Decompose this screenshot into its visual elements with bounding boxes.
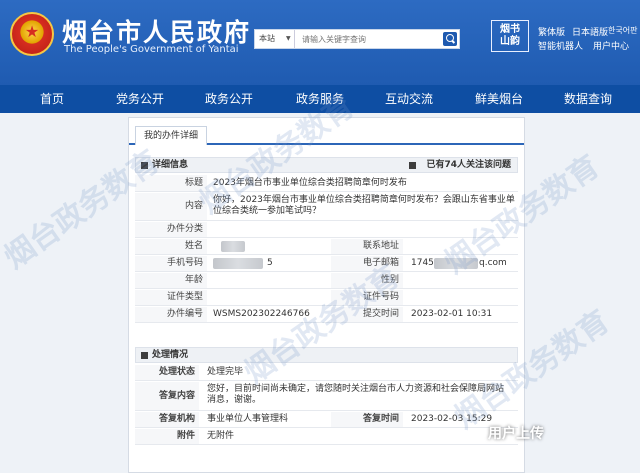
redacted-phone	[213, 258, 263, 269]
email-tail: q.com	[479, 258, 507, 268]
row-phone: 手机号码 5 电子邮箱 1745 q.com	[135, 256, 518, 272]
detail-heading: 详细信息	[152, 160, 189, 170]
search-icon[interactable]	[443, 32, 457, 46]
search-scope-select[interactable]: 本站 ▼	[255, 30, 295, 48]
detail-section-header: 详细信息 已有74人关注该问题	[135, 157, 518, 173]
label-submit-time: 提交时间	[331, 307, 403, 322]
row-category: 办件分类	[135, 222, 518, 238]
label-category: 办件分类	[135, 222, 207, 237]
site-subtitle: The People's Government of Yantai	[64, 44, 239, 55]
label-gender: 性别	[331, 273, 403, 288]
label-age: 年龄	[135, 273, 207, 288]
value-attachment: 无附件	[207, 431, 235, 441]
tab-bar: 我的办件详细	[129, 118, 524, 145]
label-attachment: 附件	[135, 429, 199, 444]
value-title: 2023年烟台市事业单位综合类招聘简章何时发布	[213, 178, 407, 188]
search-input[interactable]	[299, 30, 439, 48]
redacted-email	[434, 258, 478, 269]
link-korean[interactable]: 한국어판	[608, 25, 637, 36]
row-title: 标题 2023年烟台市事业单位综合类招聘简章何时发布	[135, 175, 518, 192]
label-name: 姓名	[135, 239, 207, 254]
label-status: 处理状态	[135, 365, 199, 380]
row-case: 办件编号 WSMS202302246766 提交时间 2023-02-01 10…	[135, 307, 518, 323]
label-phone: 手机号码	[135, 256, 207, 271]
chevron-down-icon: ▼	[286, 35, 291, 42]
label-address: 联系地址	[331, 239, 403, 254]
nav-beautiful-yantai[interactable]: 鲜美烟台	[475, 85, 523, 113]
row-content: 内容 你好，2023年烟台市事业单位综合类招聘简章何时发布？会跟山东省事业单位综…	[135, 193, 518, 221]
value-reply-content: 您好，目前时间尚未确定，请您随时关注烟台市人力资源和社会保障局网站消息，谢谢。	[207, 384, 505, 405]
search-bar: 本站 ▼	[254, 29, 460, 49]
redacted-name	[221, 241, 245, 252]
link-robot[interactable]: 智能机器人	[538, 39, 583, 52]
national-emblem-icon: ★	[10, 12, 54, 56]
label-reply-content: 答复内容	[135, 382, 199, 410]
row-reply-content: 答复内容 您好，目前时间尚未确定，请您随时关注烟台市人力资源和社会保障局网站消息…	[135, 382, 518, 411]
value-reply-time: 2023-02-03 15:29	[411, 414, 493, 424]
watch-count: 已有74人关注该问题	[426, 160, 511, 170]
nav-gov-services[interactable]: 政务服务	[296, 85, 344, 113]
case-detail-card: 我的办件详细 详细信息 已有74人关注该问题 标题 2023年烟台市事业单位综合…	[128, 117, 525, 473]
square-bullet-icon	[141, 352, 148, 359]
label-reply-time: 答复时间	[331, 412, 403, 427]
label-email: 电子邮箱	[331, 256, 403, 271]
yanshu-badge[interactable]: 烟书 山韵	[491, 20, 529, 52]
nav-party-affairs[interactable]: 党务公开	[116, 85, 164, 113]
reply-heading: 处理情况	[152, 350, 189, 360]
label-id-number: 证件号码	[331, 290, 403, 305]
label-id-type: 证件类型	[135, 290, 207, 305]
row-reply-org: 答复机构 事业单位人事管理科 答复时间 2023-02-03 15:29	[135, 412, 518, 428]
email-head: 1745	[411, 258, 434, 268]
value-submit-time: 2023-02-01 10:31	[411, 309, 493, 319]
row-status: 处理状态 处理完毕	[135, 365, 518, 381]
value-reply-org: 事业单位人事管理科	[207, 414, 289, 424]
tab-my-case-detail[interactable]: 我的办件详细	[135, 126, 208, 145]
link-japanese[interactable]: 日本語版	[572, 25, 608, 38]
link-traditional[interactable]: 繁体版	[538, 25, 565, 38]
nav-gov-affairs[interactable]: 政务公开	[205, 85, 253, 113]
square-bullet-icon	[141, 162, 148, 169]
value-content: 你好，2023年烟台市事业单位综合类招聘简章何时发布？会跟山东省事业单位综合类统…	[213, 195, 515, 216]
main-nav: 首页 党务公开 政务公开 政务服务 互动交流 鲜美烟台 数据查询	[0, 85, 640, 113]
value-status: 处理完毕	[207, 367, 244, 377]
label-title: 标题	[135, 175, 207, 191]
link-user-center[interactable]: 用户中心	[593, 39, 629, 52]
reply-section-header: 处理情况	[135, 347, 518, 363]
row-age: 年龄 性别	[135, 273, 518, 289]
row-name: 姓名 联系地址	[135, 239, 518, 255]
user-upload-watermark: 用户上传	[488, 426, 544, 442]
row-id: 证件类型 证件号码	[135, 290, 518, 306]
row-attachment: 附件 无附件	[135, 429, 518, 445]
nav-interaction[interactable]: 互动交流	[385, 85, 433, 113]
value-case-number: WSMS202302246766	[213, 309, 310, 319]
label-content: 内容	[135, 193, 207, 220]
label-reply-org: 答复机构	[135, 412, 199, 427]
nav-home[interactable]: 首页	[40, 85, 64, 113]
nav-data-query[interactable]: 数据查询	[564, 85, 612, 113]
label-case-number: 办件编号	[135, 307, 207, 322]
square-bullet-icon	[409, 162, 416, 169]
phone-tail: 5	[267, 258, 273, 268]
site-header: ★ 烟台市人民政府 The People's Government of Yan…	[0, 0, 640, 85]
